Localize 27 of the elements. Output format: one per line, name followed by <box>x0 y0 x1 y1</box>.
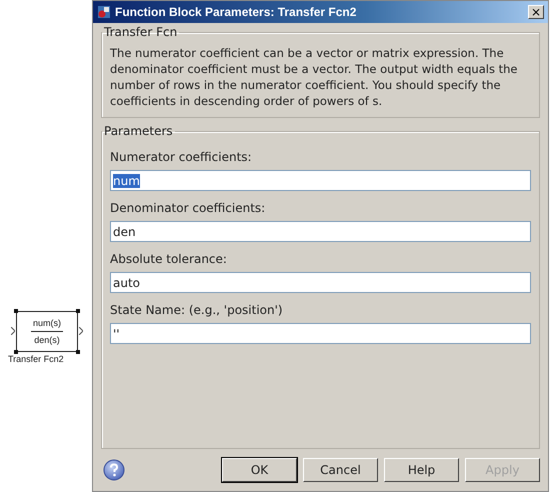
group-title: Parameters <box>103 124 174 138</box>
input-field[interactable]: '' <box>110 323 531 344</box>
numerator-text: num(s) <box>32 318 61 328</box>
close-button[interactable]: × <box>528 5 544 19</box>
dialog-button[interactable]: Help <box>384 458 459 482</box>
field-value: '' <box>113 326 120 340</box>
field-value: auto <box>113 276 140 290</box>
dialog-button[interactable]: OK <box>222 458 297 482</box>
dialog-button[interactable]: Cancel <box>303 458 378 482</box>
description-text: The numerator coefficient can be a vector or matrix expression. The denominator coefficient must be a vector. The output width equals the number of rows in the numerator coefficient. You should specify the coefficients in descending order of powers of s. <box>110 45 518 109</box>
output-port-icon[interactable] <box>79 327 83 335</box>
group-title: Transfer Fcn <box>103 25 178 39</box>
input-field[interactable]: auto <box>110 272 531 293</box>
input-port-icon[interactable] <box>11 327 15 335</box>
app-icon <box>97 5 111 19</box>
denominator-text: den(s) <box>34 335 60 345</box>
field-label: Denominator coefficients: <box>110 201 266 215</box>
help-icon[interactable] <box>103 459 125 481</box>
field-label: State Name: (e.g., 'position') <box>110 303 283 317</box>
window-title: Function Block Parameters: Transfer Fcn2 <box>115 5 358 19</box>
field-value: num <box>113 174 140 188</box>
block-label: Transfer Fcn2 <box>8 354 64 364</box>
field-label: Numerator coefficients: <box>110 150 252 164</box>
field-label: Absolute tolerance: <box>110 252 227 266</box>
field-value: den <box>113 224 136 238</box>
input-field[interactable]: den <box>110 221 531 242</box>
input-field[interactable]: num <box>110 170 531 191</box>
